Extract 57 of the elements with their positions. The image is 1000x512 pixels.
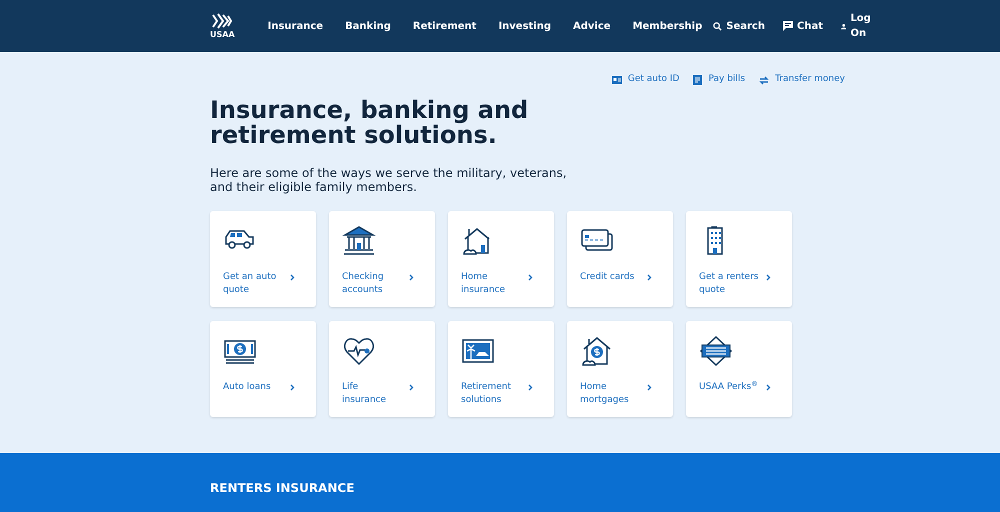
chevron-right-icon [409,274,414,281]
product-card[interactable]: Auto loans [210,321,316,417]
bank-building-icon [342,225,376,257]
card-label: Get an auto quote [223,271,278,297]
flag-logo-icon [211,13,234,31]
card-label: Home mortgages [580,381,630,407]
card-label: Credit cards [580,271,636,284]
nav-link[interactable]: Insurance [256,18,334,34]
perks-badge-icon [699,335,733,367]
product-card[interactable]: Get a renters quote [686,211,792,307]
nav-link[interactable]: Membership [622,18,714,34]
nav-link[interactable]: Advice [562,18,622,34]
logo-link[interactable]: USAA [210,13,235,39]
product-card[interactable]: Get an auto quote [210,211,316,307]
transfer-icon [759,76,770,84]
card-label: Home insurance [461,271,506,297]
banner-heading: RENTERS INSURANCE [210,480,356,497]
chevron-right-icon [528,274,533,281]
product-card[interactable]: Checking accounts [329,211,435,307]
chevron-right-icon [647,384,652,391]
quick-link[interactable]: Get auto ID [612,74,680,86]
intro-text: Here are some of the ways we serve the military, veterans, and their eligible family members. [210,166,568,194]
header-action-link[interactable]: Search [713,11,765,41]
product-card[interactable]: Home mortgages [567,321,673,417]
product-card[interactable]: Retirement solutions [448,321,554,417]
user-icon [840,22,846,30]
header-action-link[interactable]: Chat [782,11,823,41]
chevron-right-icon [766,274,771,281]
chevron-right-icon [647,274,652,281]
logo-text: USAA [210,31,235,39]
product-card[interactable]: Home insurance [448,211,554,307]
product-card[interactable]: USAA Perks$^{®}$ [686,321,792,417]
nav-link[interactable]: Retirement [402,18,488,34]
bill-icon [693,75,702,85]
card-label: Get a renters quote [699,271,760,297]
nav-link[interactable]: Banking [334,18,402,34]
chevron-right-icon [528,384,533,391]
card-label: Life insurance [342,381,388,407]
card-label: Auto loans [223,381,272,394]
nav-link[interactable]: Investing [487,18,562,34]
page-heading: Insurance, banking and retirement solutions. [210,98,530,148]
heart-icon [342,335,376,367]
chevron-right-icon [766,384,771,391]
search-icon [713,22,722,30]
chat-icon [782,21,793,31]
id-card-icon [612,76,622,84]
quick-link[interactable]: Transfer money [759,74,845,86]
quick-link[interactable]: Pay bills [693,74,746,86]
product-card[interactable]: Life insurance [329,321,435,417]
card-label: Retirement solutions [461,381,512,407]
header-action-link[interactable]: Log On [840,11,874,41]
chevron-right-icon [409,384,414,391]
card-label: USAA Perks$^{®}$ [699,381,759,394]
chevron-right-icon [290,384,295,391]
product-card[interactable]: Credit cards [567,211,673,307]
card-label: Checking accounts [342,271,385,297]
chevron-right-icon [290,274,295,281]
